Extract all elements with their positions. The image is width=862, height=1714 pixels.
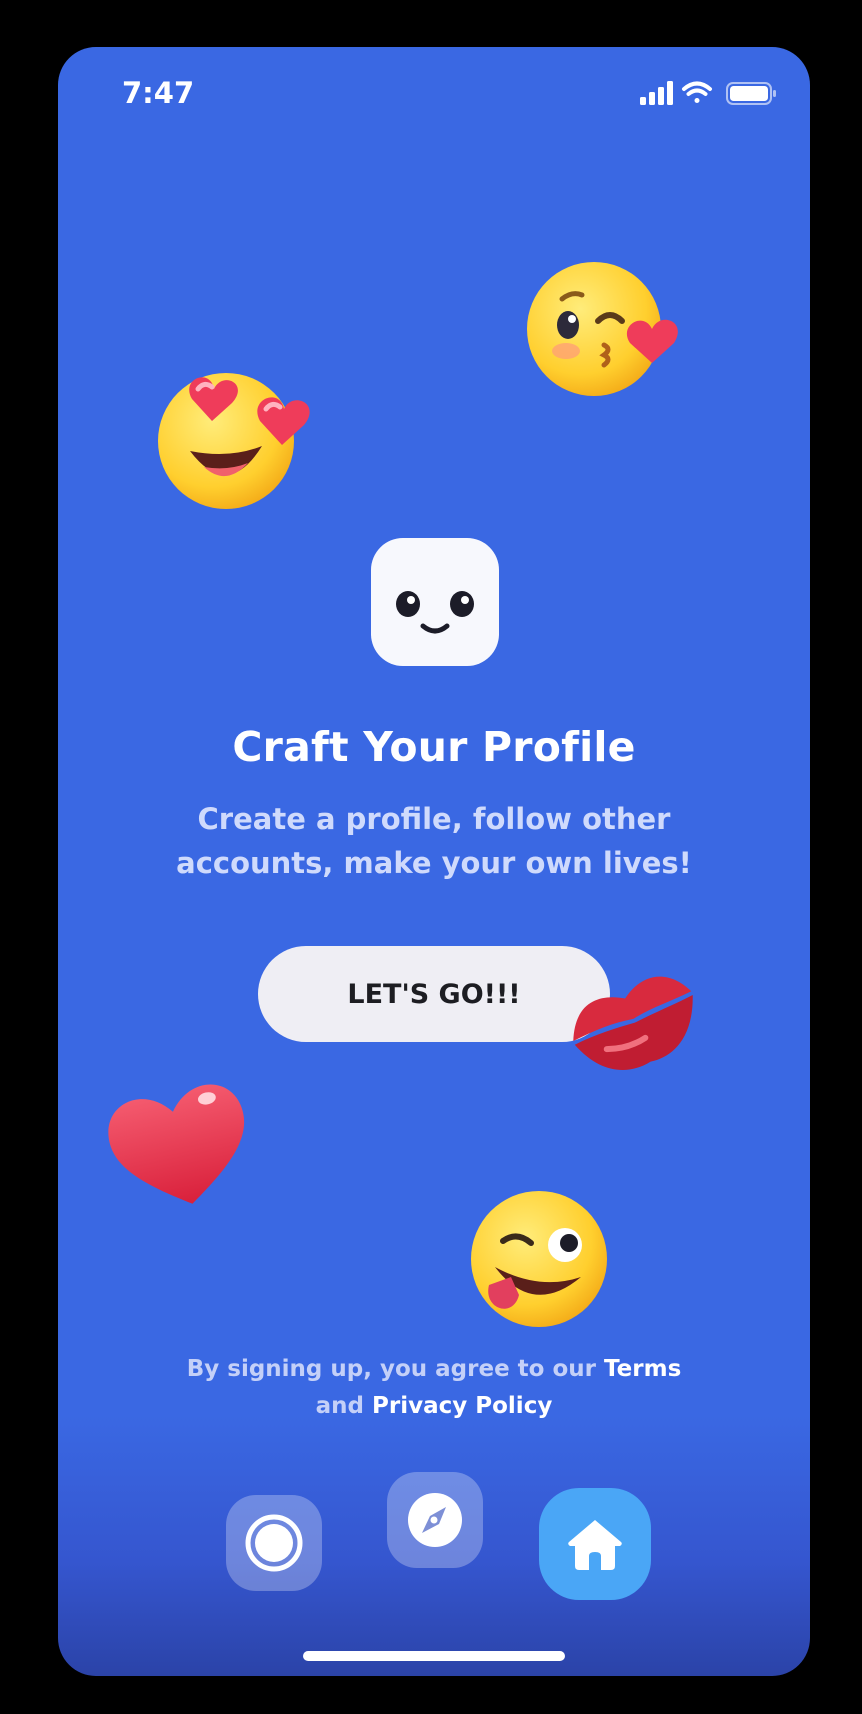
home-indicator[interactable] <box>303 1651 565 1661</box>
lets-go-button[interactable]: LET'S GO!!! <box>258 946 610 1042</box>
status-time: 7:47 <box>122 76 195 110</box>
battery-icon <box>726 82 776 105</box>
legal-notice: By signing up, you agree to our Terms an… <box>168 1351 700 1425</box>
status-icons <box>640 81 776 105</box>
phone-screen: 7:47 Craft Your Profile Create a profile… <box>58 47 810 1676</box>
page-title: Craft Your Profile <box>232 723 636 771</box>
heart-eyes-emoji-icon <box>158 373 310 509</box>
explore-button[interactable] <box>387 1472 483 1568</box>
red-heart-icon <box>108 1084 245 1204</box>
home-icon <box>568 1520 622 1570</box>
mascot-icon <box>371 538 499 666</box>
kiss-lips-icon <box>573 976 693 1070</box>
compass-icon <box>408 1493 462 1547</box>
legal-connector: and <box>315 1393 365 1419</box>
kissing-heart-emoji-icon <box>527 262 678 396</box>
legal-prefix: By signing up, you agree to our <box>186 1356 597 1382</box>
wifi-icon <box>682 81 712 103</box>
signal-icon <box>640 81 673 105</box>
page-subtitle: Create a profile, follow other accounts,… <box>176 802 692 880</box>
privacy-policy-link[interactable]: Privacy Policy <box>372 1393 552 1419</box>
record-button[interactable] <box>226 1495 322 1591</box>
winking-tongue-emoji-icon <box>471 1191 607 1327</box>
record-icon <box>245 1514 303 1572</box>
home-button[interactable] <box>539 1488 651 1600</box>
terms-link[interactable]: Terms <box>604 1356 681 1382</box>
